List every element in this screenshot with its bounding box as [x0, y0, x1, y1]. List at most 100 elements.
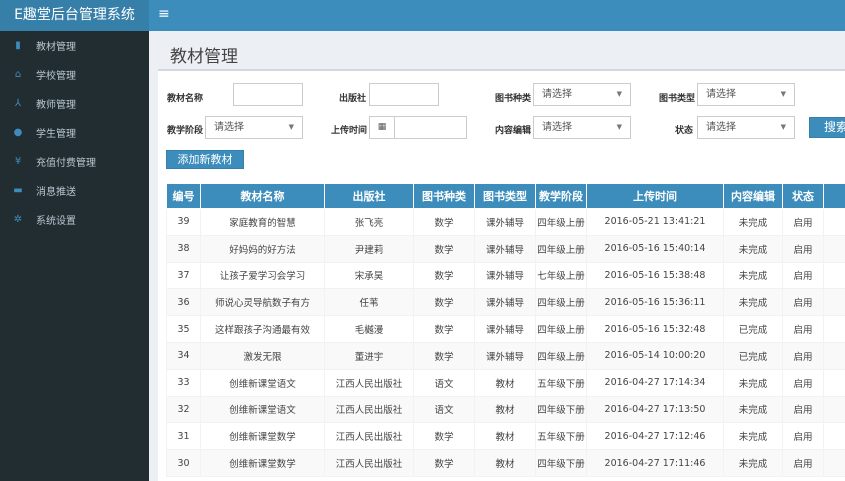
status-select[interactable]: 请选择 ▼ [697, 116, 795, 139]
table-cell: 课外辅导 [474, 208, 536, 236]
teacher-icon: ⅄ [14, 98, 22, 109]
table-cell: 四年级上册 [535, 234, 587, 263]
action-cell [823, 288, 845, 317]
table-row: 36 师说心灵导航数子有方 任苇 数学 课外辅导 四年级上册 2016-05-16 15:3… [166, 288, 845, 317]
table-row: 38 好妈妈的好方法 尹建莉 数学 课外辅导 四年级上册 2016-05-16 15:40:… [166, 234, 845, 263]
table-cell: 31 [166, 422, 201, 451]
table-cell: 38 [166, 234, 201, 263]
sidebar-item-label: 教材管理 [36, 42, 76, 53]
table-cell: 四年级下册 [535, 449, 587, 477]
table-cell: 启用 [782, 395, 824, 424]
name-input[interactable] [233, 83, 303, 106]
edit-value: 请选择 [542, 122, 572, 133]
table-cell: 2016-05-21 13:41:21 [586, 208, 724, 236]
table-cell: 2016-05-16 15:38:48 [586, 261, 724, 290]
caret-down-icon: ▼ [780, 90, 786, 98]
table-cell: 教材 [474, 422, 536, 451]
column-header [823, 183, 845, 209]
sidebar: ▮ 教材管理 ⌂ 学校管理 ⅄ 教师管理 ● 学生管理 ¥ 充值付费管理 ▬ 消息推送 ✲ 系统设置 [0, 31, 149, 481]
table-cell: 课外辅导 [474, 341, 536, 370]
caret-down-icon: ▼ [616, 90, 622, 98]
action-cell [823, 208, 845, 236]
caret-down-icon: ▼ [288, 123, 294, 131]
calendar-icon: ▦ [370, 117, 395, 138]
table-cell: 36 [166, 288, 201, 317]
menu-toggle-icon[interactable]: ≡ [158, 6, 170, 22]
table-cell: 语文 [413, 368, 475, 397]
table-cell: 张飞亮 [324, 208, 414, 236]
table-cell: 未完成 [723, 368, 783, 397]
caret-down-icon: ▼ [616, 123, 622, 131]
stage-select[interactable]: 请选择 ▼ [205, 116, 303, 139]
table-cell: 五年级下册 [535, 422, 587, 451]
publisher-input[interactable] [369, 83, 439, 106]
table-cell: 师说心灵导航数子有方 [200, 288, 325, 317]
edit-label: 内容编辑 [495, 126, 532, 136]
table-cell: 这样跟孩子沟通最有效 [200, 315, 325, 343]
sidebar-item-label: 学生管理 [36, 129, 76, 140]
action-cell [823, 315, 845, 343]
table-cell: 启用 [782, 208, 824, 236]
table-row: 31 创维新课堂数学 江西人民出版社 数学 教材 五年级下册 2016-04-27 17:1… [166, 422, 845, 451]
table-row: 30 创维新课堂数学 江西人民出版社 数学 教材 四年级下册 2016-04-27 17:1… [166, 449, 845, 477]
table-cell: 数学 [413, 341, 475, 370]
action-cell [823, 368, 845, 397]
upload-date-input[interactable]: ▦ [369, 116, 467, 139]
action-cell [823, 234, 845, 263]
table-cell: 未完成 [723, 395, 783, 424]
status-value: 请选择 [706, 122, 736, 133]
message-icon: ▬ [13, 185, 23, 196]
table-cell: 四年级上册 [535, 208, 587, 236]
table-cell: 数学 [413, 422, 475, 451]
table-cell: 启用 [782, 341, 824, 370]
table-cell: 董进宇 [324, 341, 414, 370]
column-header: 出版社 [324, 183, 414, 209]
sidebar-item[interactable]: ⅄ 教师管理 [0, 89, 149, 118]
table-cell: 尹建莉 [324, 234, 414, 263]
sidebar-item[interactable]: ¥ 充值付费管理 [0, 147, 149, 176]
category-select[interactable]: 请选择 ▼ [533, 83, 631, 106]
table-cell: 启用 [782, 261, 824, 290]
textbook-table: 编号 教材名称 出版社 图书种类 图书类型 教学阶段 上传时间 内容编辑 状态 39 家庭教育的智… [166, 183, 845, 477]
stage-value: 请选择 [214, 122, 244, 133]
sidebar-item[interactable]: ⌂ 学校管理 [0, 60, 149, 89]
action-cell [823, 395, 845, 424]
table-cell: 课外辅导 [474, 261, 536, 290]
table-cell: 2016-04-27 17:11:46 [586, 449, 724, 477]
yen-icon: ¥ [14, 156, 22, 167]
table-cell: 39 [166, 208, 201, 236]
page-title: 教材管理 [170, 47, 238, 67]
publisher-label: 出版社 [339, 94, 367, 104]
table-cell: 创维新课堂数学 [200, 422, 325, 451]
table-cell: 创维新课堂语文 [200, 395, 325, 424]
column-header: 内容编辑 [723, 183, 783, 209]
gear-icon: ✲ [13, 214, 23, 225]
column-header: 上传时间 [586, 183, 724, 209]
table-cell: 创维新课堂语文 [200, 368, 325, 397]
type-select[interactable]: 请选择 ▼ [697, 83, 795, 106]
upload-label: 上传时间 [331, 126, 368, 136]
sidebar-item[interactable]: ✲ 系统设置 [0, 205, 149, 234]
table-cell: 启用 [782, 368, 824, 397]
table-cell: 五年级下册 [535, 368, 587, 397]
table-cell: 已完成 [723, 341, 783, 370]
edit-select[interactable]: 请选择 ▼ [533, 116, 631, 139]
sidebar-item-label: 学校管理 [36, 71, 76, 82]
table-cell: 启用 [782, 234, 824, 263]
app-title[interactable]: E趣堂后台管理系统 [0, 0, 149, 31]
sidebar-item[interactable]: ▮ 教材管理 [0, 31, 149, 60]
table-cell: 2016-05-16 15:40:14 [586, 234, 724, 263]
table-cell: 语文 [413, 395, 475, 424]
main-panel: 教材名称 出版社 图书种类 请选择 ▼ 图书类型 请选择 ▼ 教学阶段 请选择 ▼ 上… [158, 69, 845, 481]
sidebar-item[interactable]: ● 学生管理 [0, 118, 149, 147]
sidebar-item[interactable]: ▬ 消息推送 [0, 176, 149, 205]
table-cell: 未完成 [723, 208, 783, 236]
table-cell: 34 [166, 341, 201, 370]
search-button[interactable]: 搜索 [809, 117, 845, 138]
add-textbook-button[interactable]: 添加新教材 [166, 150, 244, 169]
sidebar-item-label: 教师管理 [36, 100, 76, 111]
column-header: 编号 [166, 183, 201, 209]
table-cell: 让孩子爱学习会学习 [200, 261, 325, 290]
table-cell: 启用 [782, 422, 824, 451]
table-cell: 2016-05-16 15:32:48 [586, 315, 724, 343]
